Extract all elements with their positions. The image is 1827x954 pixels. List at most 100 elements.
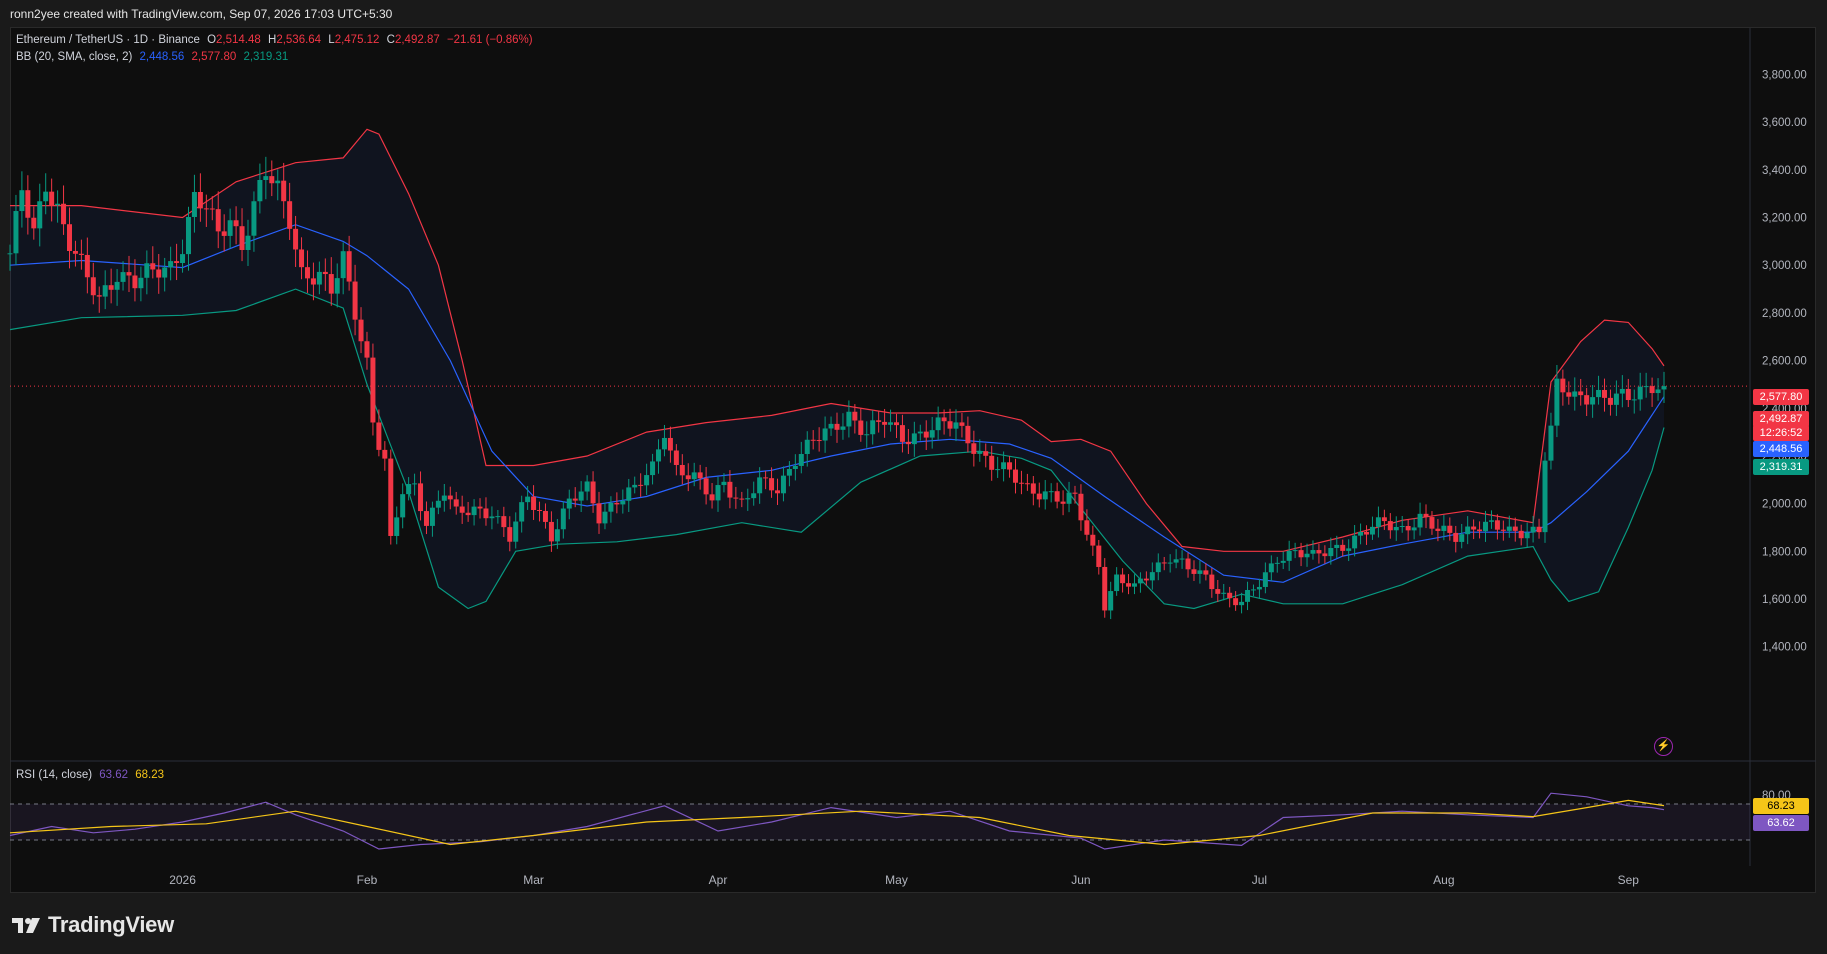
- candle: [1012, 458, 1018, 494]
- candle-body: [1250, 589, 1256, 591]
- x-tick-label: Apr: [709, 873, 728, 887]
- candle-body: [667, 437, 673, 451]
- candle-body: [935, 417, 941, 431]
- candle-body: [441, 495, 447, 501]
- candle-body: [25, 190, 31, 218]
- candle-body: [1584, 395, 1590, 405]
- candle-body: [1239, 601, 1245, 606]
- candle-body: [697, 472, 703, 479]
- symbol-label[interactable]: Ethereum / TetherUS · 1D · Binance: [16, 34, 200, 46]
- rsi-label[interactable]: RSI (14, close): [16, 769, 92, 781]
- candle-body: [269, 176, 275, 184]
- candle-body: [447, 495, 453, 500]
- candle-body: [1102, 566, 1108, 611]
- candle-body: [632, 484, 638, 488]
- candle-body: [1215, 589, 1221, 594]
- candle-body: [465, 512, 471, 516]
- candle-body: [1631, 399, 1637, 401]
- candle-body: [1637, 386, 1643, 400]
- tradingview-logo-icon: [12, 915, 42, 935]
- candle-body: [388, 458, 394, 536]
- candle-body: [251, 201, 257, 236]
- open-value: 2,514.48: [216, 34, 261, 46]
- candle-body: [1548, 425, 1554, 461]
- candle-body: [685, 475, 691, 480]
- candle-body: [1048, 491, 1054, 493]
- candle-body: [489, 516, 495, 519]
- candle-body: [852, 411, 858, 421]
- lower-band-tag: 2,319.31: [1753, 459, 1809, 475]
- candle-body: [537, 509, 543, 511]
- bb-label[interactable]: BB (20, SMA, close, 2): [16, 51, 132, 63]
- candle-body: [911, 433, 917, 445]
- candle-body: [1036, 493, 1042, 500]
- candle-body: [1417, 513, 1423, 528]
- y-tick-label: 1,800.00: [1762, 546, 1807, 558]
- candle-body: [1643, 386, 1649, 388]
- candle-body: [7, 253, 13, 255]
- candle-body: [471, 506, 477, 516]
- candle-body: [1221, 592, 1227, 594]
- candle-body: [876, 420, 882, 422]
- candle-body: [989, 455, 995, 470]
- candle-body: [453, 499, 459, 507]
- candle-body: [1007, 462, 1013, 470]
- y-tick-label: 2,600.00: [1762, 356, 1807, 368]
- rsi-tag: 63.62: [1753, 815, 1809, 831]
- candle-body: [1018, 482, 1024, 484]
- candle-body: [364, 341, 370, 358]
- candle-body: [977, 451, 983, 454]
- candle-body: [953, 422, 959, 429]
- candle-body: [370, 357, 376, 423]
- candle-body: [947, 421, 953, 429]
- candle-body: [1530, 526, 1536, 533]
- price-chart[interactable]: 80.001,400.001,600.001,800.002,000.002,2…: [0, 0, 1827, 954]
- y-tick-label: 3,400.00: [1762, 165, 1807, 177]
- candle: [400, 483, 406, 529]
- candle-body: [1607, 397, 1613, 405]
- candle-body: [37, 201, 43, 229]
- candle-body: [1364, 531, 1370, 535]
- candle-body: [620, 500, 626, 505]
- candle-body: [769, 478, 775, 491]
- candle-body: [1524, 532, 1530, 539]
- tradingview-brand[interactable]: TradingView: [12, 912, 174, 938]
- candle-body: [96, 295, 102, 297]
- candle-body: [1030, 483, 1036, 494]
- candle-body: [275, 180, 281, 184]
- x-tick-label: Jun: [1071, 873, 1090, 887]
- candle-body: [501, 516, 507, 528]
- candle-body: [1012, 469, 1018, 483]
- candle-body: [1161, 562, 1167, 564]
- candle-body: [1179, 558, 1185, 560]
- y-tick-label: 2,800.00: [1762, 308, 1807, 320]
- lightning-icon[interactable]: ⚡: [1654, 737, 1673, 756]
- candle-body: [578, 491, 584, 501]
- y-tick-label: 2,000.00: [1762, 499, 1807, 511]
- candle-body: [1352, 535, 1358, 549]
- candle-body: [721, 481, 727, 486]
- candle-body: [1381, 517, 1387, 522]
- close-label: C: [386, 34, 395, 46]
- candle: [995, 456, 1001, 478]
- candle-body: [751, 493, 757, 499]
- candle-body: [126, 272, 132, 276]
- candle: [1542, 452, 1548, 543]
- candle-body: [1292, 550, 1298, 552]
- x-tick-label: Aug: [1433, 873, 1454, 887]
- candle-body: [239, 226, 245, 250]
- candle-body: [995, 469, 1001, 471]
- rsi-ma-tag: 68.23: [1753, 798, 1809, 814]
- candle-body: [1358, 531, 1364, 536]
- candle-body: [965, 425, 971, 444]
- candle-body: [43, 191, 49, 202]
- candle: [1030, 476, 1036, 506]
- candle-body: [1483, 521, 1489, 532]
- candle-body: [221, 231, 227, 236]
- candle-body: [191, 191, 197, 217]
- candle-body: [1120, 574, 1126, 584]
- candle-body: [304, 267, 310, 279]
- candle-body: [120, 272, 126, 282]
- bb-basis-value: 2,448.56: [139, 51, 185, 63]
- candle: [1054, 482, 1060, 509]
